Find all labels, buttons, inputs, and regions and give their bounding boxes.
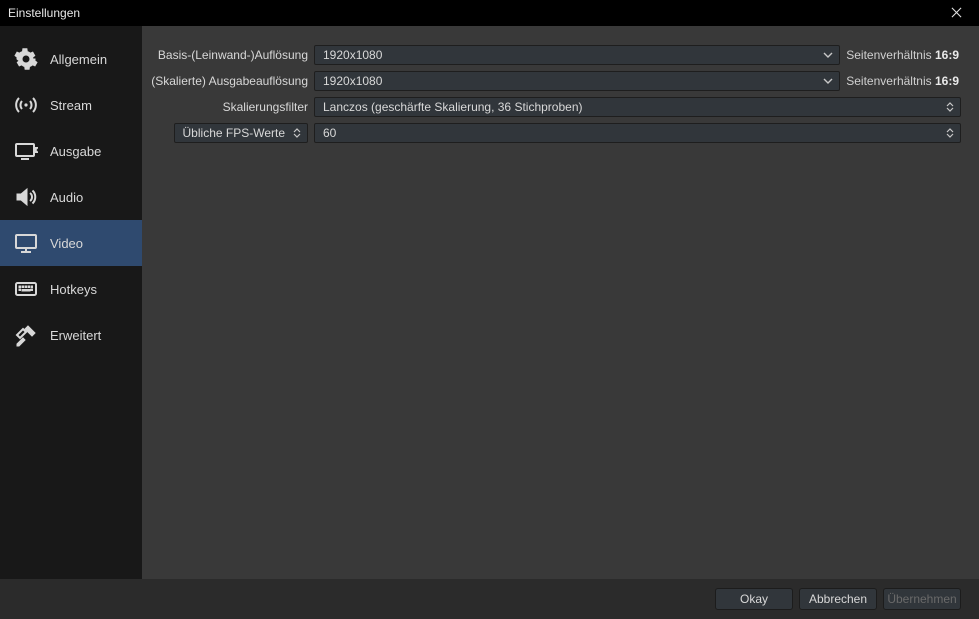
cancel-button[interactable]: Abbrechen xyxy=(799,588,877,610)
close-icon xyxy=(951,5,962,21)
chevron-down-icon xyxy=(821,74,835,88)
window-title: Einstellungen xyxy=(8,6,80,20)
sidebar-item-label: Allgemein xyxy=(50,52,107,67)
sidebar-item-label: Audio xyxy=(50,190,83,205)
sidebar-item-label: Hotkeys xyxy=(50,282,97,297)
sidebar-item-ausgabe[interactable]: Ausgabe xyxy=(0,128,142,174)
output-icon xyxy=(12,137,40,165)
base-resolution-value: 1920x1080 xyxy=(323,48,821,62)
fps-value-combo[interactable]: 60 xyxy=(314,123,961,143)
apply-button[interactable]: Übernehmen xyxy=(883,588,961,610)
sidebar-item-audio[interactable]: Audio xyxy=(0,174,142,220)
speaker-icon xyxy=(12,183,40,211)
fps-type-stepper[interactable]: Übliche FPS-Werte xyxy=(174,123,308,143)
form-row-fps: Übliche FPS-Werte 60 xyxy=(150,122,961,144)
base-aspect-ratio: Seitenverhältnis 16:9 xyxy=(846,48,961,62)
updown-icon xyxy=(944,128,956,138)
fps-value: 60 xyxy=(323,126,944,140)
gear-icon xyxy=(12,45,40,73)
sidebar-item-allgemein[interactable]: Allgemein xyxy=(0,36,142,82)
dialog-footer: Okay Abbrechen Übernehmen xyxy=(0,579,979,619)
chevron-down-icon xyxy=(821,48,835,62)
form-row-scale-filter: Skalierungsfilter Lanczos (geschärfte Sk… xyxy=(150,96,961,118)
fps-type-label: Übliche FPS-Werte xyxy=(183,126,285,140)
scale-filter-label: Skalierungsfilter xyxy=(150,100,308,114)
scale-filter-value: Lanczos (geschärfte Skalierung, 36 Stich… xyxy=(323,100,944,114)
sidebar-item-video[interactable]: Video xyxy=(0,220,142,266)
sidebar-item-label: Video xyxy=(50,236,83,251)
form-row-scaled-resolution: (Skalierte) Ausgabeauflösung 1920x1080 S… xyxy=(150,70,961,92)
monitor-icon xyxy=(12,229,40,257)
titlebar: Einstellungen xyxy=(0,0,979,26)
keyboard-icon xyxy=(12,275,40,303)
tools-icon xyxy=(12,321,40,349)
scale-filter-combo[interactable]: Lanczos (geschärfte Skalierung, 36 Stich… xyxy=(314,97,961,117)
sidebar-item-label: Ausgabe xyxy=(50,144,101,159)
scaled-resolution-label: (Skalierte) Ausgabeauflösung xyxy=(150,74,308,88)
sidebar-item-erweitert[interactable]: Erweitert xyxy=(0,312,142,358)
scaled-aspect-ratio: Seitenverhältnis 16:9 xyxy=(846,74,961,88)
scaled-resolution-value: 1920x1080 xyxy=(323,74,821,88)
base-resolution-combo[interactable]: 1920x1080 xyxy=(314,45,840,65)
sidebar-item-label: Erweitert xyxy=(50,328,101,343)
sidebar-item-hotkeys[interactable]: Hotkeys xyxy=(0,266,142,312)
scaled-resolution-combo[interactable]: 1920x1080 xyxy=(314,71,840,91)
form-row-base-resolution: Basis-(Leinwand-)Auflösung 1920x1080 Sei… xyxy=(150,44,961,66)
settings-sidebar: Allgemein Stream Ausgabe Audio xyxy=(0,26,142,579)
sidebar-item-label: Stream xyxy=(50,98,92,113)
updown-icon xyxy=(944,102,956,112)
broadcast-icon xyxy=(12,91,40,119)
close-button[interactable] xyxy=(941,2,971,24)
updown-icon xyxy=(291,128,303,138)
base-resolution-label: Basis-(Leinwand-)Auflösung xyxy=(150,48,308,62)
video-settings-panel: Basis-(Leinwand-)Auflösung 1920x1080 Sei… xyxy=(142,26,979,579)
sidebar-item-stream[interactable]: Stream xyxy=(0,82,142,128)
ok-button[interactable]: Okay xyxy=(715,588,793,610)
